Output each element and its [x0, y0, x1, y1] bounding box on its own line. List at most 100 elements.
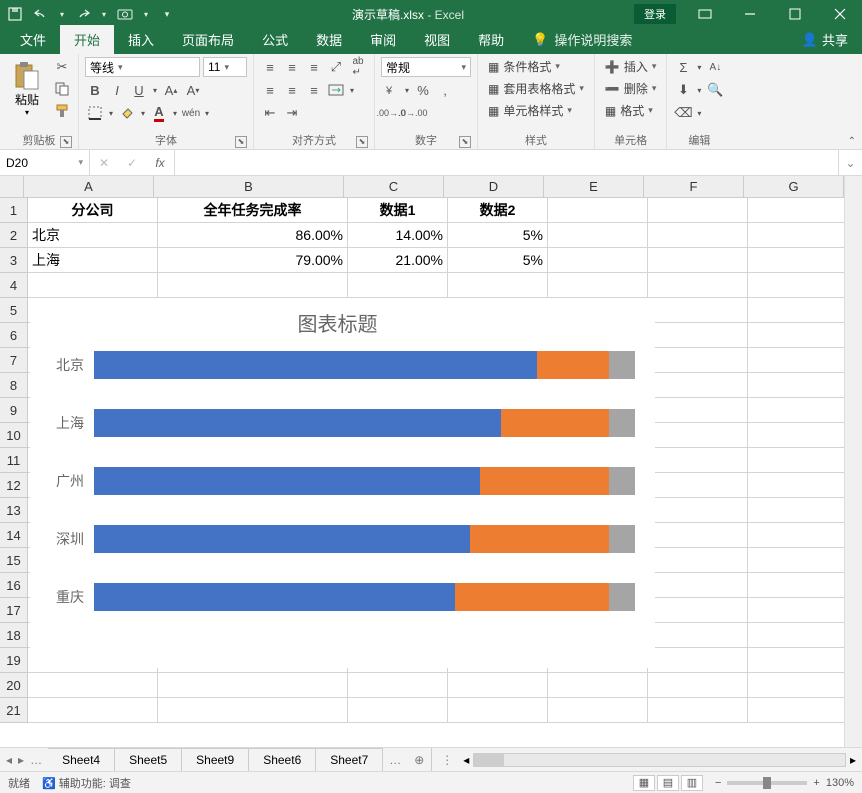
cell[interactable] — [648, 648, 748, 673]
cell[interactable]: 21.00% — [348, 248, 448, 273]
conditional-format-button[interactable]: ▦条件格式▾ — [484, 57, 588, 76]
column-header[interactable]: B — [154, 176, 344, 197]
cell[interactable] — [748, 398, 844, 423]
cell[interactable] — [648, 673, 748, 698]
redo-icon[interactable] — [74, 5, 92, 23]
cell[interactable] — [748, 373, 844, 398]
merge-dd-icon[interactable]: ▾ — [348, 80, 356, 100]
cell[interactable]: 分公司 — [28, 198, 158, 223]
format-painter-icon[interactable] — [52, 101, 72, 121]
percent-icon[interactable]: % — [413, 80, 433, 100]
tab-data[interactable]: 数据 — [302, 25, 356, 54]
row-header[interactable]: 4 — [0, 273, 28, 298]
cell[interactable] — [448, 698, 548, 723]
tab-nav-more-icon[interactable]: … — [30, 753, 42, 767]
row-header[interactable]: 9 — [0, 398, 28, 423]
cell[interactable] — [748, 248, 844, 273]
scroll-right-icon[interactable]: ▸ — [850, 753, 856, 767]
row-header[interactable]: 10 — [0, 423, 28, 448]
cell[interactable] — [648, 198, 748, 223]
sheet-tab[interactable]: Sheet5 — [115, 748, 182, 771]
fill-color-icon[interactable] — [117, 103, 137, 123]
cell[interactable] — [548, 698, 648, 723]
row-header[interactable]: 15 — [0, 548, 28, 573]
align-left-icon[interactable]: ≡ — [260, 80, 280, 100]
expand-formula-icon[interactable]: ⌄ — [838, 150, 862, 175]
collapse-ribbon-icon[interactable]: ⌃ — [848, 136, 856, 147]
number-format-combo[interactable]: 常规▾ — [381, 57, 471, 77]
redo-dropdown-icon[interactable]: ▾ — [100, 5, 108, 23]
row-header[interactable]: 7 — [0, 348, 28, 373]
cell[interactable] — [648, 573, 748, 598]
cell[interactable] — [648, 323, 748, 348]
cell[interactable] — [648, 448, 748, 473]
column-header[interactable]: D — [444, 176, 544, 197]
increase-font-icon[interactable]: A▴ — [161, 80, 181, 100]
sheet-tab[interactable]: Sheet6 — [249, 748, 316, 771]
cell[interactable] — [648, 623, 748, 648]
cell[interactable] — [648, 548, 748, 573]
column-header[interactable]: F — [644, 176, 744, 197]
cell[interactable] — [748, 598, 844, 623]
accounting-icon[interactable]: ¥ — [381, 80, 401, 100]
maximize-icon[interactable] — [772, 0, 817, 28]
column-header[interactable]: E — [544, 176, 644, 197]
cell[interactable] — [348, 273, 448, 298]
paste-button[interactable]: 粘贴 ▾ — [6, 57, 48, 121]
cell[interactable] — [648, 348, 748, 373]
cell[interactable] — [158, 273, 348, 298]
tab-home[interactable]: 开始 — [60, 25, 114, 54]
cell[interactable] — [158, 698, 348, 723]
close-icon[interactable] — [817, 0, 862, 28]
cell[interactable] — [748, 473, 844, 498]
row-header[interactable]: 14 — [0, 523, 28, 548]
clipboard-launcher-icon[interactable]: ⬊ — [60, 136, 72, 148]
cell[interactable] — [748, 673, 844, 698]
cell[interactable]: 北京 — [28, 223, 158, 248]
column-header[interactable]: G — [744, 176, 844, 197]
bold-icon[interactable]: B — [85, 80, 105, 100]
cell[interactable]: 数据1 — [348, 198, 448, 223]
align-right-icon[interactable]: ≡ — [304, 80, 324, 100]
decrease-font-icon[interactable]: A▾ — [183, 80, 203, 100]
increase-indent-icon[interactable]: ⇥ — [282, 103, 302, 123]
underline-dd-icon[interactable]: ▾ — [151, 80, 159, 100]
undo-icon[interactable] — [32, 5, 50, 23]
cell[interactable] — [548, 223, 648, 248]
row-header[interactable]: 12 — [0, 473, 28, 498]
number-launcher-icon[interactable]: ⬊ — [459, 136, 471, 148]
accessibility-status[interactable]: ♿ 辅助功能: 调查 — [42, 775, 131, 791]
vertical-scrollbar[interactable] — [844, 176, 862, 747]
formula-input[interactable] — [175, 150, 838, 175]
underline-icon[interactable]: U — [129, 80, 149, 100]
row-header[interactable]: 21 — [0, 698, 28, 723]
cell[interactable] — [648, 373, 748, 398]
cell[interactable] — [748, 448, 844, 473]
row-header[interactable]: 11 — [0, 448, 28, 473]
cell[interactable] — [748, 348, 844, 373]
font-launcher-icon[interactable]: ⬊ — [235, 136, 247, 148]
merge-icon[interactable] — [326, 80, 346, 100]
qat-customize-icon[interactable]: ▾ — [158, 5, 176, 23]
sheet-tab[interactable]: Sheet9 — [182, 748, 249, 771]
horizontal-scrollbar[interactable]: ◂ ▸ — [457, 748, 862, 771]
cell[interactable] — [648, 223, 748, 248]
autosum-icon[interactable]: Σ — [673, 57, 693, 77]
cell[interactable] — [748, 548, 844, 573]
fill-icon[interactable]: ⬇ — [673, 80, 693, 100]
sheet-tab[interactable]: Sheet7 — [316, 748, 383, 771]
cell[interactable]: 86.00% — [158, 223, 348, 248]
column-header[interactable]: A — [24, 176, 154, 197]
chart[interactable]: 图表标题 北京上海广州深圳重庆 — [30, 298, 655, 668]
tab-formula[interactable]: 公式 — [248, 25, 302, 54]
cell[interactable] — [548, 248, 648, 273]
row-header[interactable]: 16 — [0, 573, 28, 598]
font-size-combo[interactable]: 11▾ — [203, 57, 247, 77]
tab-split-icon[interactable]: ⋮ — [437, 748, 457, 771]
ribbon-display-icon[interactable] — [682, 0, 727, 28]
tab-nav-next-icon[interactable]: ▸ — [18, 753, 24, 767]
save-icon[interactable] — [6, 5, 24, 23]
align-center-icon[interactable]: ≡ — [282, 80, 302, 100]
row-header[interactable]: 3 — [0, 248, 28, 273]
tell-me[interactable]: 💡 操作说明搜索 — [518, 25, 646, 54]
